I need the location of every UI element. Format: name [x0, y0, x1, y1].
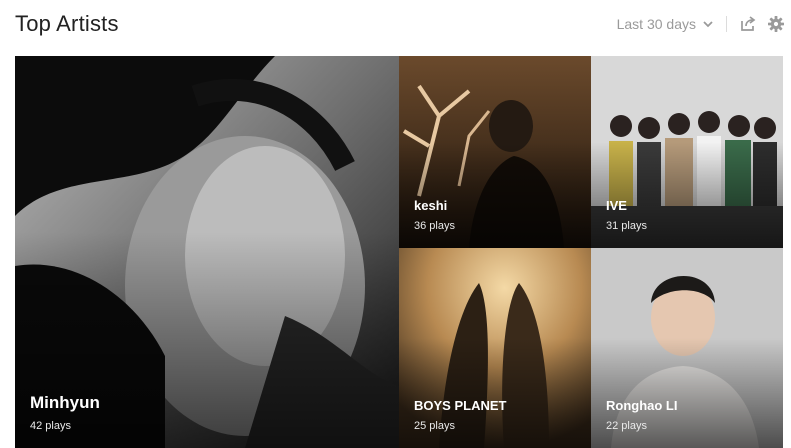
- artist-name: Ronghao LI: [606, 398, 678, 413]
- header: Top Artists Last 30 days: [15, 0, 785, 48]
- artist-play-count: 31 plays: [606, 220, 647, 232]
- artist-tile-ronghao-li[interactable]: Ronghao LI 22 plays: [591, 248, 783, 448]
- tile-gradient: [591, 142, 783, 248]
- artist-name: Minhyun: [30, 393, 100, 412]
- artist-grid: Minhyun 42 plays keshi 36 plays IVE 31 p…: [15, 56, 783, 448]
- page-title: Top Artists: [15, 11, 119, 36]
- chevron-down-icon: [703, 21, 713, 28]
- time-range-label: Last 30 days: [616, 16, 696, 32]
- tile-gradient: [15, 232, 399, 448]
- time-range-dropdown[interactable]: Last 30 days: [617, 16, 714, 32]
- artist-tile-keshi[interactable]: keshi 36 plays: [399, 56, 591, 248]
- gear-icon[interactable]: [767, 15, 785, 33]
- tile-gradient: [399, 142, 591, 248]
- divider: [726, 16, 727, 32]
- artist-play-count: 42 plays: [30, 420, 71, 432]
- artist-play-count: 22 plays: [606, 420, 647, 432]
- artist-name: BOYS PLANET: [414, 398, 507, 413]
- artist-tile-minhyun[interactable]: Minhyun 42 plays: [15, 56, 399, 448]
- artist-play-count: 36 plays: [414, 220, 455, 232]
- artist-tile-ive[interactable]: IVE 31 plays: [591, 56, 783, 248]
- share-icon[interactable]: [739, 15, 757, 33]
- artist-tile-boys-planet[interactable]: BOYS PLANET 25 plays: [399, 248, 591, 448]
- artist-play-count: 25 plays: [414, 420, 455, 432]
- artist-name: keshi: [414, 198, 448, 213]
- artist-name: IVE: [606, 198, 627, 213]
- header-controls: Last 30 days: [617, 15, 785, 33]
